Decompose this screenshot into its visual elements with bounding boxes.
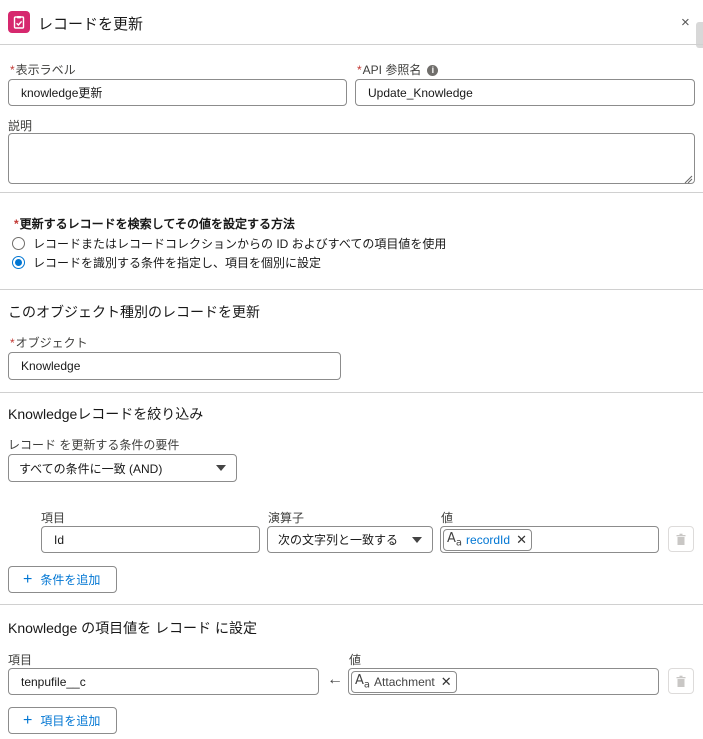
- resource-pill[interactable]: Aa Attachment ✕: [351, 670, 457, 693]
- trash-icon: [676, 675, 686, 687]
- display-label-input[interactable]: knowledge更新: [8, 79, 347, 106]
- left-arrow-icon: ←: [327, 671, 343, 688]
- divider: [0, 192, 703, 193]
- set-field-input[interactable]: tenpufile__c: [8, 668, 319, 695]
- add-field-button[interactable]: + 項目を追加: [8, 707, 117, 734]
- text-resource-icon: Aa: [355, 672, 371, 691]
- object-caption: *オブジェクト: [10, 336, 88, 350]
- filter-col-field: 項目: [41, 511, 66, 525]
- chevron-down-icon: [412, 536, 422, 543]
- object-input[interactable]: Knowledge: [8, 352, 341, 380]
- radio-option-conditions[interactable]: レコードを識別する条件を指定し、項目を個別に設定: [12, 254, 321, 271]
- display-label-caption: *表示ラベル: [10, 63, 76, 77]
- close-icon[interactable]: ×: [681, 14, 690, 31]
- info-icon[interactable]: i: [427, 65, 439, 77]
- plus-icon: +: [23, 711, 33, 729]
- object-section-title: このオブジェクト種別のレコードを更新: [8, 304, 260, 320]
- remove-pill-icon[interactable]: ✕: [441, 674, 452, 690]
- set-value-input[interactable]: Aa Attachment ✕: [348, 668, 659, 695]
- radio-label: レコードまたはレコードコレクションからの ID およびすべての項目値を使用: [33, 237, 447, 251]
- divider: [0, 289, 703, 290]
- api-name-input[interactable]: Update_Knowledge: [355, 79, 695, 106]
- description-caption: 説明: [8, 119, 33, 133]
- method-caption: *更新するレコードを検索してその値を設定する方法: [14, 217, 295, 231]
- set-col-field: 項目: [8, 653, 33, 667]
- add-condition-button[interactable]: + 条件を追加: [8, 566, 117, 593]
- delete-condition-button[interactable]: [668, 526, 694, 552]
- description-textarea[interactable]: [8, 133, 695, 184]
- resource-pill[interactable]: Aa recordId ✕: [443, 528, 532, 551]
- filter-field-input[interactable]: Id: [41, 526, 260, 553]
- filter-col-operator: 演算子: [268, 511, 305, 525]
- divider: [0, 604, 703, 605]
- plus-icon: +: [23, 570, 33, 588]
- api-name-caption: *API 参照名 i: [357, 61, 439, 78]
- clipboard-icon: [8, 11, 30, 33]
- dialog-title: レコードを更新: [38, 16, 144, 33]
- resize-handle[interactable]: [684, 173, 693, 184]
- filter-section-title: Knowledgeレコードを絞り込み: [8, 406, 204, 422]
- filter-operator-select[interactable]: 次の文字列と一致する: [267, 526, 433, 553]
- pill-label: recordId: [466, 532, 511, 547]
- delete-field-button[interactable]: [668, 668, 694, 694]
- radio-button[interactable]: [12, 237, 25, 250]
- radio-option-record-id[interactable]: レコードまたはレコードコレクションからの ID およびすべての項目値を使用: [12, 235, 446, 252]
- divider: [0, 44, 703, 45]
- radio-label: レコードを識別する条件を指定し、項目を個別に設定: [33, 256, 322, 270]
- filter-value-input[interactable]: Aa recordId ✕: [440, 526, 659, 553]
- trash-icon: [676, 533, 686, 545]
- requirement-select[interactable]: すべての条件に一致 (AND): [8, 454, 237, 482]
- set-col-value: 値: [349, 653, 362, 667]
- radio-button-selected[interactable]: [12, 256, 25, 269]
- divider: [0, 392, 703, 393]
- chevron-down-icon: [216, 465, 226, 471]
- filter-col-value: 値: [441, 511, 454, 525]
- requirement-caption: レコード を更新する条件の要件: [8, 438, 180, 452]
- text-resource-icon: Aa: [447, 530, 463, 549]
- set-section-title: Knowledge の項目値を レコード に設定: [8, 620, 257, 636]
- remove-pill-icon[interactable]: ✕: [516, 532, 527, 548]
- pill-label: Attachment: [374, 674, 435, 689]
